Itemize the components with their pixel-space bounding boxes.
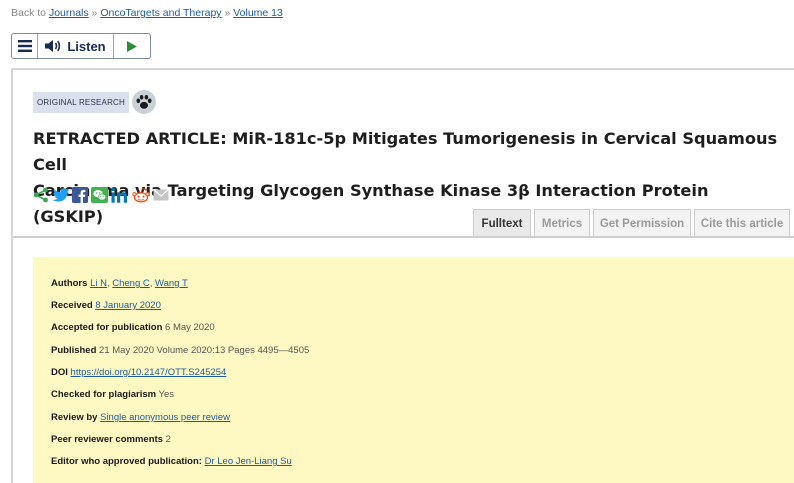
hamburger-icon [17,40,32,52]
speaker-icon [45,40,61,52]
breadcrumb-prefix: Back to [11,7,49,19]
wechat-icon[interactable] [91,186,108,204]
meta-value: 2 [165,434,171,445]
facebook-icon[interactable] [72,186,88,204]
listen-label: Listen [67,38,106,54]
article-title-line-1: RETRACTED ARTICLE: MiR-181c-5p Mitigates… [33,129,778,174]
menu-button[interactable] [12,34,38,58]
share-icons [33,186,169,204]
tab-metrics[interactable]: Metrics [534,209,590,237]
author-link[interactable]: Cheng C [112,278,150,289]
tab-divider [13,236,794,238]
editor-link[interactable]: Dr Leo Jen-Liang Su [205,456,292,467]
meta-key: Editor who approved publication: [51,456,202,467]
meta-value: 21 May 2020 Volume 2020:13 Pages 4495—45… [99,345,310,356]
paw-icon [132,90,157,114]
meta-key: Checked for plagiarism [51,389,157,400]
listen-toolbar: Listen [11,33,151,59]
meta-value: Yes [158,389,175,400]
meta-key: Accepted for publication [51,322,163,333]
twitter-icon[interactable] [52,186,69,204]
meta-key: Review by [51,412,98,423]
breadcrumb-link-journals[interactable]: Journals [49,7,89,19]
email-icon[interactable] [153,186,169,204]
meta-key: Peer reviewer comments [51,434,163,445]
meta-key: DOI [51,367,68,378]
review-type-link[interactable]: Single anonymous peer review [100,412,230,423]
article-metadata: Authors Li N, Cheng C, Wang T Received 8… [33,257,794,483]
article-type-row: ORIGINAL RESEARCH [33,90,157,114]
article-tabs: Fulltext Metrics Get Permission Cite thi… [473,209,790,237]
meta-accepted: Accepted for publication 6 May 2020 [51,322,215,333]
meta-key: Received [51,300,93,311]
meta-authors: Authors Li N, Cheng C, Wang T [51,278,188,289]
meta-value: 6 May 2020 [165,322,215,333]
tab-cite-this-article[interactable]: Cite this article [694,209,790,237]
breadcrumb-link-volume[interactable]: Volume 13 [233,7,283,19]
breadcrumb-separator: » [221,7,234,19]
tab-get-permission[interactable]: Get Permission [593,209,691,237]
share-icon[interactable] [33,186,49,204]
author-link[interactable]: Wang T [155,278,188,289]
author-link[interactable]: Li N [90,278,107,289]
received-date[interactable]: 8 January 2020 [95,300,161,311]
doi-link[interactable]: https://doi.org/10.2147/OTT.S245254 [71,367,227,378]
meta-plagiarism: Checked for plagiarism Yes [51,389,174,400]
meta-review: Review by Single anonymous peer review [51,412,230,423]
meta-received: Received 8 January 2020 [51,300,161,311]
meta-peer-comments: Peer reviewer comments 2 [51,434,171,445]
meta-key: Published [51,345,97,356]
breadcrumb-link-journal[interactable]: OncoTargets and Therapy [100,7,221,19]
meta-editor: Editor who approved publication: Dr Leo … [51,456,292,467]
play-icon [127,40,137,52]
linkedin-icon[interactable] [111,186,129,204]
tab-fulltext[interactable]: Fulltext [473,209,531,237]
meta-key: Authors [51,278,88,289]
article-type-badge: ORIGINAL RESEARCH [33,91,130,113]
reddit-icon[interactable] [132,186,150,204]
listen-button[interactable]: Listen [38,34,114,58]
play-button[interactable] [114,34,150,58]
meta-doi: DOI https://doi.org/10.2147/OTT.S245254 [51,367,226,378]
breadcrumb: Back to Journals » OncoTargets and Thera… [11,7,283,19]
meta-published: Published 21 May 2020 Volume 2020:13 Pag… [51,345,309,356]
breadcrumb-separator: » [88,7,101,19]
